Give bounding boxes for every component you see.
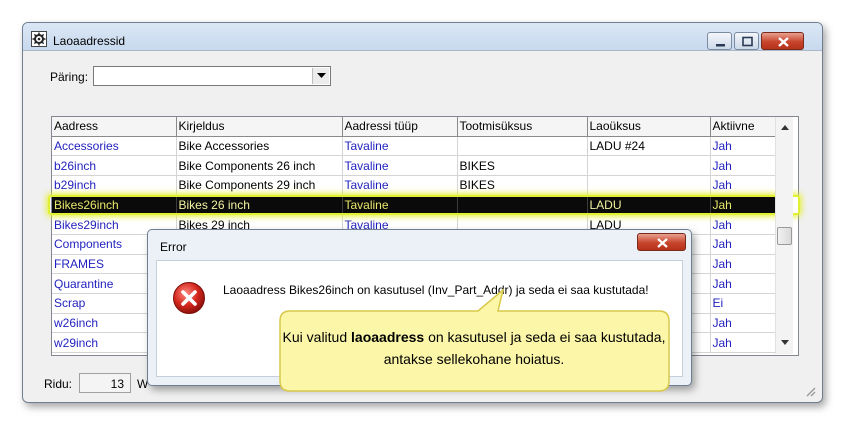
- cell-address[interactable]: b29inch: [52, 175, 177, 196]
- close-button[interactable]: [761, 32, 804, 50]
- cell-active[interactable]: Jah: [710, 234, 777, 255]
- cell-active[interactable]: Jah: [710, 175, 777, 196]
- callout-text: Kui valitud laoaadress on kasutusel ja s…: [282, 326, 666, 370]
- callout-text-bold: laoaadress: [351, 329, 425, 345]
- column-header-address-type[interactable]: Aadressi tüüp: [342, 117, 458, 137]
- cell-address-type[interactable]: Tavaline: [342, 136, 458, 157]
- scroll-up-icon[interactable]: [781, 125, 789, 130]
- resize-grip-icon[interactable]: [804, 385, 816, 397]
- cell-address[interactable]: b26inch: [52, 155, 177, 176]
- cell-address-type[interactable]: Tavaline: [342, 155, 458, 176]
- table-header-row: Aadress Kirjeldus Aadressi tüüp Tootmisü…: [52, 117, 777, 137]
- cell-production-unit[interactable]: BIKES: [457, 175, 588, 196]
- error-message: Laoaadress Bikes26inch on kasutusel (Inv…: [223, 283, 649, 297]
- table-row[interactable]: b26inch Bike Components 26 inch Tavaline…: [52, 155, 777, 176]
- cell-address[interactable]: Bikes26inch: [52, 195, 177, 216]
- table-row-selected[interactable]: Bikes26inch Bikes 26 inch Tavaline LADU …: [52, 195, 777, 216]
- cell-warehouse[interactable]: LADU #24: [587, 136, 711, 157]
- column-header-address[interactable]: Aadress: [52, 117, 177, 137]
- table-row[interactable]: Accessories Bike Accessories Tavaline LA…: [52, 136, 777, 157]
- close-icon: [657, 238, 668, 248]
- maximize-button[interactable]: [734, 32, 759, 50]
- title-bar[interactable]: Laoaadressid: [23, 23, 822, 51]
- minimize-icon: [716, 44, 725, 47]
- column-header-description[interactable]: Kirjeldus: [176, 117, 343, 137]
- query-select[interactable]: [93, 66, 331, 86]
- cell-warehouse[interactable]: [587, 155, 711, 176]
- maximize-icon: [742, 36, 753, 47]
- rows-label: Ridu:: [44, 377, 73, 391]
- window-title: Laoaadressid: [53, 34, 126, 48]
- table-row[interactable]: b29inch Bike Components 29 inch Tavaline…: [52, 175, 777, 196]
- cell-description[interactable]: Bike Components 26 inch: [176, 155, 343, 176]
- cell-description[interactable]: Bikes 26 inch: [176, 195, 343, 216]
- close-icon: [778, 37, 789, 47]
- cell-description[interactable]: Bike Components 29 inch: [176, 175, 343, 196]
- rows-count: 13: [79, 373, 131, 393]
- column-header-warehouse[interactable]: Laoüksus: [587, 117, 711, 137]
- cell-address-type[interactable]: Tavaline: [342, 195, 458, 216]
- cell-warehouse[interactable]: LADU: [587, 195, 711, 216]
- cell-warehouse[interactable]: [587, 175, 711, 196]
- cell-active[interactable]: Jah: [710, 332, 777, 354]
- table-vertical-scrollbar[interactable]: [775, 117, 793, 354]
- cell-active[interactable]: Jah: [710, 155, 777, 176]
- cell-description[interactable]: Bike Accessories: [176, 136, 343, 157]
- cell-production-unit[interactable]: BIKES: [457, 155, 588, 176]
- cell-active[interactable]: Ei: [710, 293, 777, 314]
- cell-active[interactable]: Jah: [710, 136, 777, 157]
- query-label: Päring:: [50, 70, 89, 84]
- scroll-down-icon[interactable]: [781, 340, 789, 345]
- column-header-production-unit[interactable]: Tootmisüksus: [457, 117, 588, 137]
- minimize-button[interactable]: [707, 32, 732, 50]
- cell-address[interactable]: Accessories: [52, 136, 177, 157]
- callout-text-after: on kasutusel ja seda ei saa kustutada, a…: [383, 329, 666, 367]
- column-header-active[interactable]: Aktiivne: [710, 117, 777, 137]
- callout-text-before: Kui valitud: [282, 329, 352, 345]
- scrollbar-thumb[interactable]: [777, 227, 792, 245]
- error-icon: [173, 282, 205, 314]
- settings-window-icon: [31, 31, 47, 47]
- cell-address-type[interactable]: Tavaline: [342, 175, 458, 196]
- query-dropdown-button[interactable]: [312, 68, 329, 84]
- cell-production-unit[interactable]: [457, 195, 588, 216]
- cell-active[interactable]: Jah: [710, 313, 777, 334]
- dialog-title: Error: [160, 240, 187, 254]
- chevron-down-icon: [317, 73, 326, 78]
- cell-active[interactable]: Jah: [710, 254, 777, 275]
- dialog-close-button[interactable]: [637, 233, 686, 251]
- cell-active[interactable]: Jah: [710, 214, 777, 235]
- cell-active[interactable]: Jah: [710, 195, 777, 216]
- cell-production-unit[interactable]: [457, 136, 588, 157]
- cell-active[interactable]: Jah: [710, 273, 777, 294]
